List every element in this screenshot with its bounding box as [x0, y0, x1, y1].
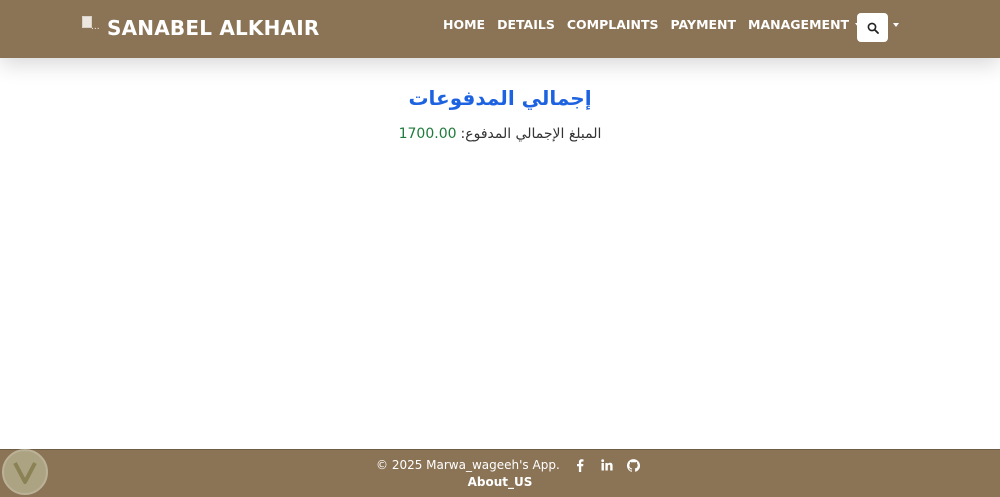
nav-item-management-label: MANAGEMENT [748, 17, 850, 32]
nav-item-details[interactable]: DETAILS [497, 17, 555, 32]
total-paid-line: المبلغ الإجمالي المدفوع: 1700.00 [0, 126, 1000, 142]
nav-item-home[interactable]: HOME [443, 17, 485, 32]
nav-item-complaints[interactable]: COMPLAINTS [567, 17, 659, 32]
total-paid-label: المبلغ الإجمالي المدفوع: [460, 126, 602, 142]
github-icon [627, 458, 641, 472]
nav-item-payment[interactable]: PAYMENT [671, 17, 737, 32]
nav-menu: HOME DETAILS COMPLAINTS PAYMENT MANAGEME… [443, 17, 900, 32]
chevron-down-icon [893, 22, 900, 27]
broken-image-icon [82, 16, 100, 34]
watermark-logo [2, 449, 48, 495]
footer: © 2025 Marwa_wageeh's App. About_US [0, 449, 1000, 497]
navbar: SANABEL ALKHAIR HOME DETAILS COMPLAINTS … [0, 0, 1000, 58]
brand-name: SANABEL ALKHAIR [107, 16, 320, 40]
footer-copyright: © 2025 Marwa_wageeh's App. [376, 458, 560, 472]
github-link[interactable] [627, 458, 641, 472]
page-title: إجمالي المدفوعات [408, 86, 592, 110]
watermark-emblem-icon [13, 462, 37, 484]
facebook-icon [576, 458, 584, 472]
brand-link[interactable]: SANABEL ALKHAIR [82, 12, 320, 44]
total-paid-value: 1700.00 [398, 126, 457, 142]
linkedin-link[interactable] [600, 458, 614, 472]
footer-copyright-row: © 2025 Marwa_wageeh's App. [376, 458, 641, 472]
facebook-link[interactable] [573, 458, 587, 472]
nav-item-management-dropdown[interactable]: MANAGEMENT [748, 17, 862, 32]
search-icon [867, 22, 879, 34]
search-button[interactable] [857, 13, 888, 42]
about-us-link[interactable]: About_US [0, 475, 1000, 489]
linkedin-icon [601, 459, 613, 471]
